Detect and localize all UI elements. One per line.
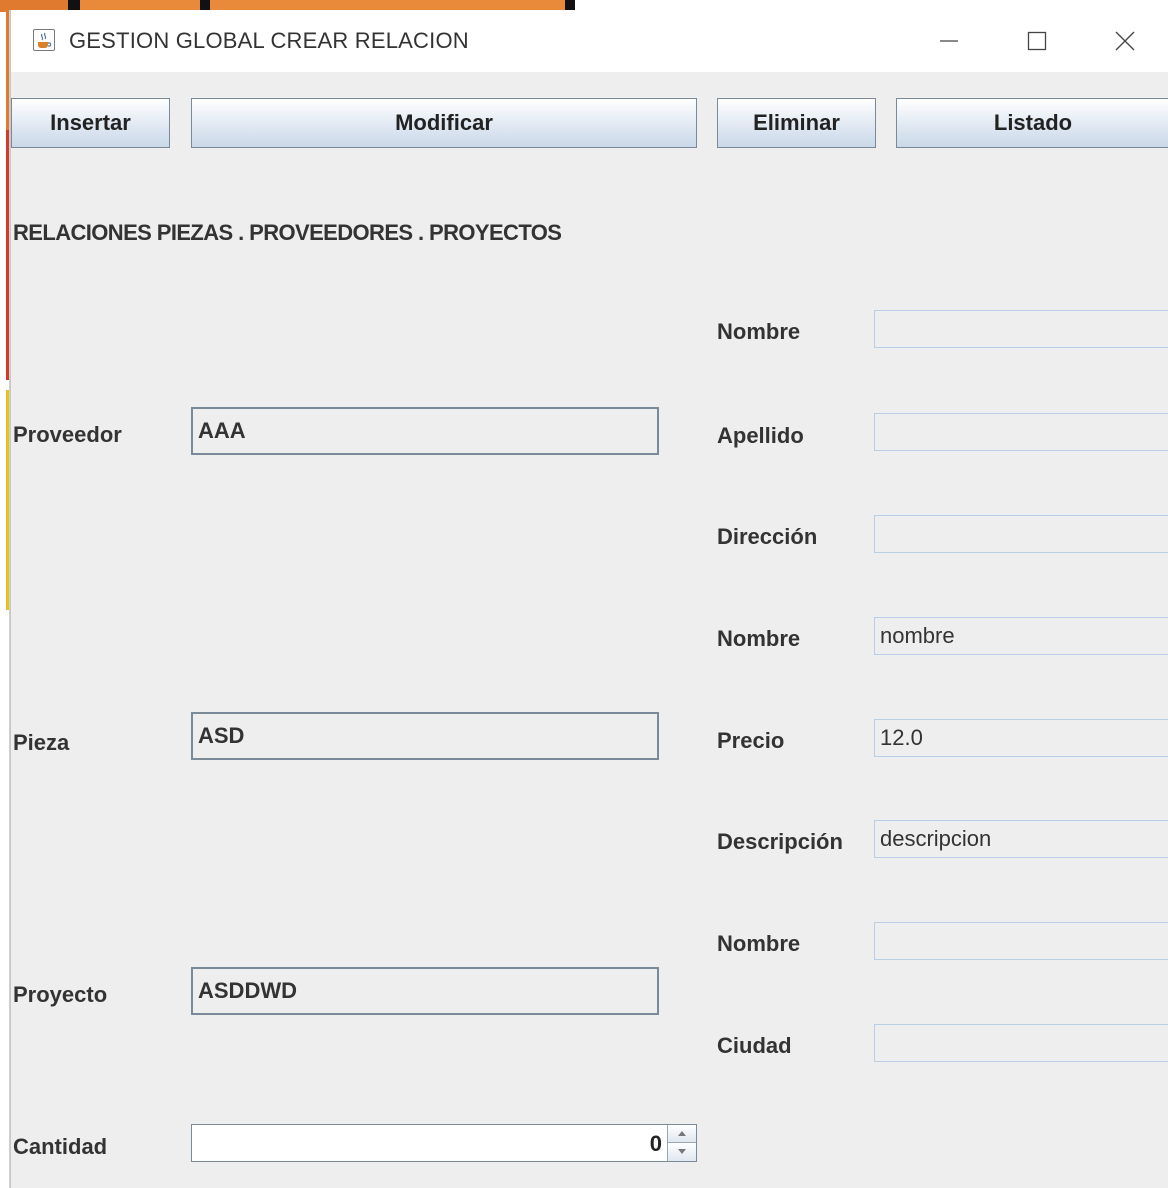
pieza-descripcion-field[interactable]: descripcion (874, 820, 1168, 858)
arrow-down-icon (678, 1149, 686, 1154)
pieza-nombre-label: Nombre (717, 626, 801, 651)
cantidad-spinner[interactable]: 0 (191, 1124, 697, 1162)
spinner-arrows (667, 1125, 696, 1161)
pieza-precio-label: Precio (717, 728, 785, 753)
proyecto-nombre-field[interactable] (874, 922, 1168, 960)
proveedor-field[interactable]: AAA (191, 407, 659, 455)
maximize-button[interactable] (993, 10, 1081, 72)
delete-button[interactable]: Eliminar (717, 98, 876, 148)
proveedor-apellido-field[interactable] (874, 413, 1168, 451)
proveedor-direccion-label: Dirección (717, 524, 818, 549)
proveedor-direccion-field[interactable] (874, 515, 1168, 553)
app-window: GESTION GLOBAL CREAR RELACION Insertar M… (10, 10, 1168, 1188)
proyecto-label: Proyecto (13, 982, 108, 1007)
close-icon (1115, 31, 1135, 51)
close-button[interactable] (1081, 10, 1168, 72)
maximize-icon (1027, 31, 1047, 51)
proyecto-ciudad-label: Ciudad (717, 1033, 792, 1058)
arrow-up-icon (678, 1131, 686, 1136)
cantidad-label: Cantidad (13, 1134, 108, 1159)
proveedor-apellido-label: Apellido (717, 423, 804, 448)
spinner-up-button[interactable] (668, 1125, 696, 1143)
spinner-down-button[interactable] (668, 1143, 696, 1161)
proyecto-ciudad-field[interactable] (874, 1024, 1168, 1062)
proyecto-nombre-label: Nombre (717, 931, 801, 956)
pieza-descripcion-label: Descripción (717, 829, 843, 854)
java-cup-icon (33, 29, 55, 51)
pieza-nombre-field[interactable]: nombre (874, 617, 1168, 655)
minimize-button[interactable] (905, 10, 993, 72)
proveedor-nombre-label: Nombre (717, 319, 801, 344)
minimize-icon (940, 40, 958, 42)
pieza-precio-field[interactable]: 12.0 (874, 719, 1168, 757)
proveedor-label: Proveedor (13, 422, 122, 447)
cantidad-value: 0 (649, 1131, 662, 1156)
title-bar[interactable]: GESTION GLOBAL CREAR RELACION (11, 10, 1168, 72)
modify-button[interactable]: Modificar (191, 98, 697, 148)
insert-button[interactable]: Insertar (11, 98, 170, 148)
pieza-label: Pieza (13, 730, 70, 755)
window-title: GESTION GLOBAL CREAR RELACION (69, 28, 469, 53)
proveedor-nombre-field[interactable] (874, 310, 1168, 348)
list-button[interactable]: Listado (896, 98, 1168, 148)
section-heading: RELACIONES PIEZAS . PROVEEDORES . PROYEC… (13, 220, 562, 245)
pieza-field[interactable]: ASD (191, 712, 659, 760)
proyecto-field[interactable]: ASDDWD (191, 967, 659, 1015)
